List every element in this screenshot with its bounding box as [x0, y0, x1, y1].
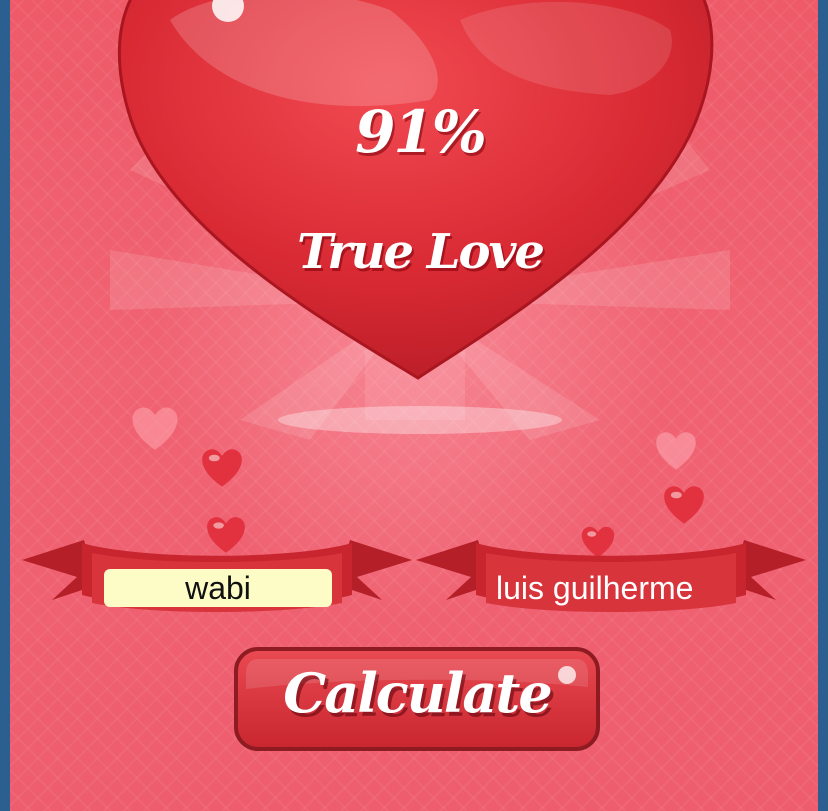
love-percentage: 91% — [355, 98, 487, 166]
first-name-input[interactable] — [104, 569, 332, 607]
small-heart-icon — [664, 486, 704, 524]
calculate-button[interactable]: Calculate — [234, 647, 600, 751]
small-heart-icon — [132, 407, 178, 450]
small-heart-icon — [656, 432, 696, 470]
love-verdict: True Love — [297, 224, 545, 280]
second-name-input[interactable] — [480, 569, 746, 607]
calculate-button-label: Calculate — [283, 661, 552, 725]
love-calculator-screen: 91% True Love wabi luis guilherme Calcul… — [10, 0, 818, 811]
small-heart-icon — [202, 449, 242, 487]
